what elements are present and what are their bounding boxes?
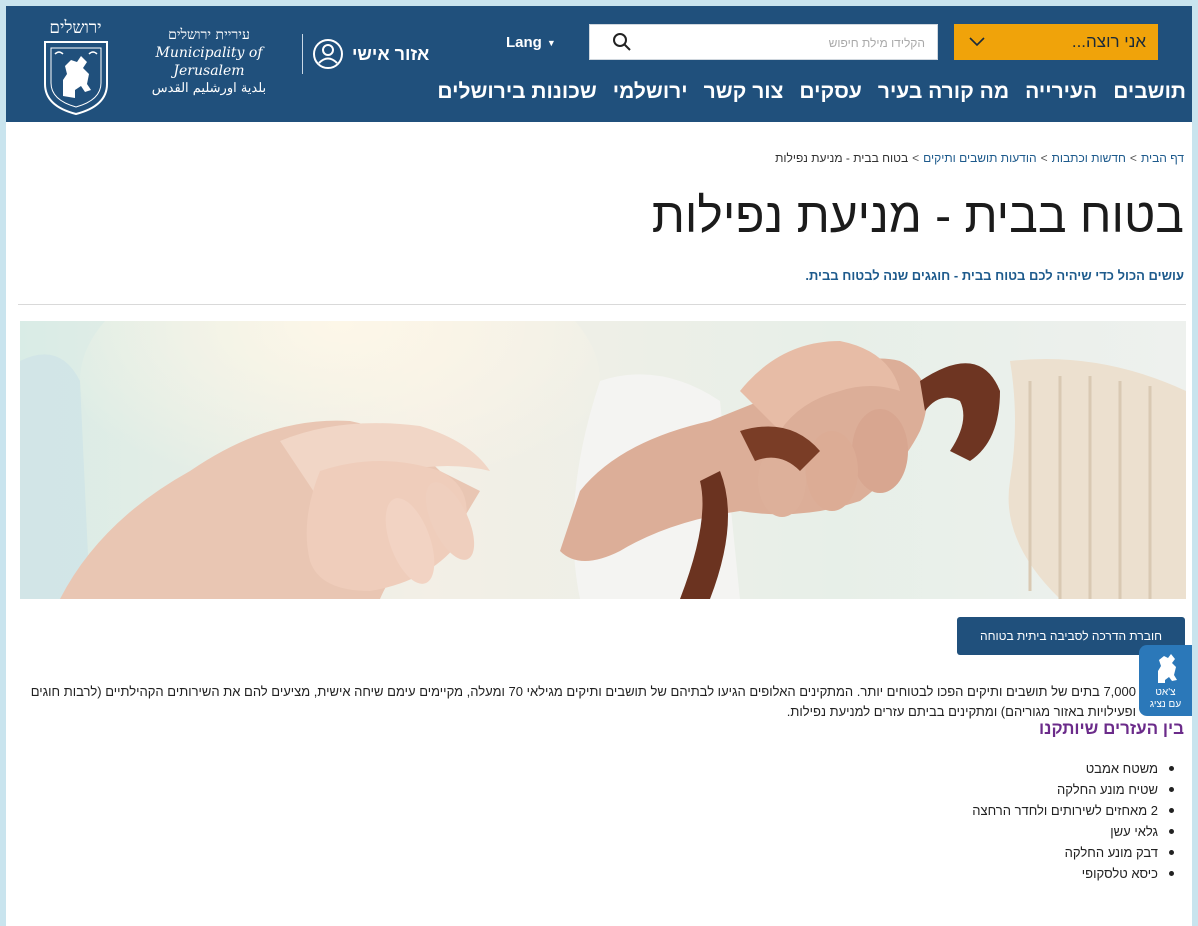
breadcrumb: דף הבית>חדשות וכתבות>הודעות תושבים ותיקי… bbox=[775, 151, 1184, 165]
municipality-english: Municipality of Jerusalem bbox=[155, 45, 263, 79]
chat-label: צ'אט bbox=[1155, 687, 1176, 698]
list-item: דבק מונע החלקה bbox=[972, 842, 1184, 863]
search-icon[interactable] bbox=[612, 32, 632, 52]
list-item: כיסא טלסקופי bbox=[972, 863, 1184, 884]
breadcrumb-current: בטוח בבית - מניעת נפילות bbox=[775, 151, 909, 165]
breadcrumb-home[interactable]: דף הבית bbox=[1141, 151, 1184, 165]
nav-item-business[interactable]: עסקים bbox=[799, 80, 861, 110]
site-header: ירושלים עיריית ירושלים Municipality of J… bbox=[6, 6, 1192, 122]
i-want-dropdown[interactable]: אני רוצה... bbox=[954, 24, 1158, 60]
lion-crest-icon bbox=[44, 41, 108, 116]
breadcrumb-separator: > bbox=[1040, 151, 1048, 165]
chevron-down-icon bbox=[969, 37, 985, 47]
window-frame-left bbox=[0, 0, 6, 926]
breadcrumb-senior-notices[interactable]: הודעות תושבים ותיקים bbox=[923, 151, 1036, 165]
window-frame-right bbox=[1192, 0, 1198, 926]
nav-item-municipality[interactable]: העירייה bbox=[1025, 80, 1097, 110]
personal-area-label: אזור אישי bbox=[352, 43, 430, 64]
list-item: 2 מאחזים לשירותים ולחדר הרחצה bbox=[972, 800, 1184, 821]
nav-item-whats-happening[interactable]: מה קורה בעיר bbox=[878, 80, 1009, 110]
header-divider bbox=[302, 34, 303, 74]
chat-sublabel: עם נציג bbox=[1149, 699, 1182, 710]
page-title: בטוח בבית - מניעת נפילות bbox=[651, 190, 1184, 243]
nav-item-neighborhoods[interactable]: שכונות בירושלים bbox=[437, 80, 596, 110]
nav-item-contact[interactable]: צור קשר bbox=[704, 80, 784, 110]
crest-title: ירושלים bbox=[49, 18, 102, 38]
user-icon bbox=[313, 39, 343, 69]
personal-area-button[interactable]: אזור אישי bbox=[312, 36, 429, 72]
divider bbox=[18, 304, 1186, 305]
lion-icon bbox=[1157, 654, 1177, 683]
intro-paragraph: 7,000 בתים של תושבים ותיקים הפכו לבטוחים… bbox=[30, 684, 1136, 719]
hero-illustration bbox=[20, 321, 1186, 599]
breadcrumb-separator: > bbox=[912, 151, 920, 165]
language-selector[interactable]: Lang ▼ bbox=[506, 34, 556, 51]
page-subtitle: עושים הכול כדי שיהיה לכם בטוח בבית - חוג… bbox=[805, 268, 1184, 283]
breadcrumb-separator: > bbox=[1129, 151, 1137, 165]
search-input[interactable] bbox=[643, 32, 927, 54]
section-title: בין העזרים שיותקנו bbox=[1038, 719, 1184, 738]
nav-item-residents[interactable]: תושבים bbox=[1113, 80, 1186, 110]
main-nav: תושבים העירייה מה קורה בעיר עסקים צור קש… bbox=[437, 80, 1186, 110]
municipality-name: עיריית ירושלים Municipality of Jerusalem… bbox=[124, 26, 294, 98]
list-item: גלאי עשן bbox=[972, 821, 1184, 842]
municipality-hebrew: עיריית ירושלים bbox=[168, 27, 250, 43]
breadcrumb-news[interactable]: חדשות וכתבות bbox=[1052, 151, 1126, 165]
language-label: Lang bbox=[506, 34, 542, 51]
list-item: משטח אמבט bbox=[972, 758, 1184, 779]
nav-item-yerushalmi[interactable]: ירושלמי bbox=[613, 80, 688, 110]
caret-down-icon: ▼ bbox=[546, 37, 556, 48]
jerusalem-crest-logo[interactable]: ירושלים bbox=[39, 18, 112, 116]
list-item: שטיח מונע החלקה bbox=[972, 779, 1184, 800]
municipality-arabic: بلدية اورشليم القدس bbox=[151, 81, 267, 96]
hero-image bbox=[20, 321, 1186, 599]
i-want-label: אני רוצה... bbox=[1071, 32, 1146, 51]
search-box bbox=[589, 24, 938, 60]
chat-with-agent-button[interactable]: צ'אט עם נציג bbox=[1139, 645, 1192, 716]
aids-list: משטח אמבט שטיח מונע החלקה 2 מאחזים לשירו… bbox=[972, 758, 1184, 884]
